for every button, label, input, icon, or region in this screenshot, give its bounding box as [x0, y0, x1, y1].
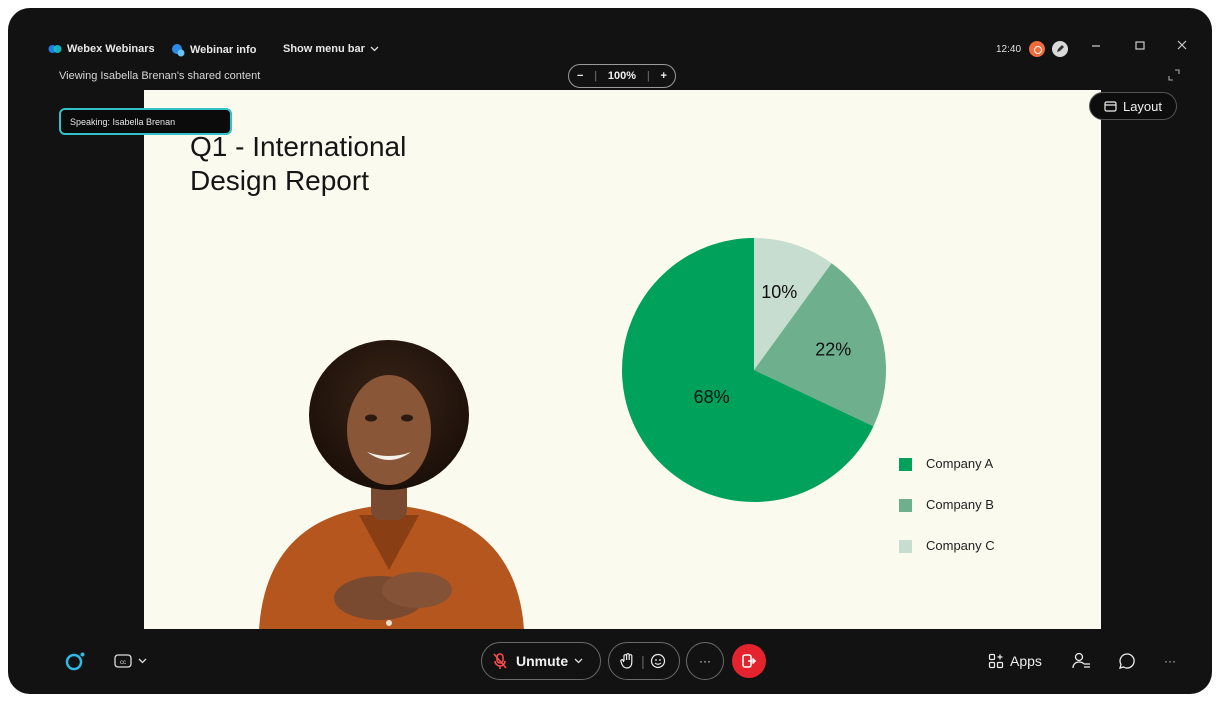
microphone-muted-icon: [493, 653, 507, 669]
chevron-down-icon: [574, 658, 583, 664]
leave-button[interactable]: [732, 640, 766, 682]
viewing-status: Viewing Isabella Brenan's shared content: [59, 70, 261, 82]
title-bar: Webex Webinars Webinar info Show menu ba…: [8, 8, 1212, 90]
webex-logo-icon: [48, 45, 62, 53]
slide-title-line-2: Design Report: [190, 165, 369, 196]
expand-icon: [1168, 69, 1180, 81]
app-title: Webex Webinars: [48, 43, 155, 55]
leave-icon: [732, 644, 766, 678]
maximize-icon: [1135, 41, 1145, 50]
clock: 12:40: [996, 44, 1022, 55]
zoom-level: 100%: [607, 70, 637, 82]
pie-label-company-b: 22%: [815, 340, 851, 360]
minimize-button[interactable]: [1090, 38, 1102, 54]
layout-button[interactable]: Layout: [1089, 92, 1177, 120]
reactions-pill: |: [608, 642, 680, 680]
show-menu-bar-button[interactable]: Show menu bar: [283, 43, 379, 55]
legend-item: Company B: [899, 497, 995, 538]
zoom-divider: |: [646, 70, 650, 82]
show-menu-bar-label: Show menu bar: [283, 43, 365, 55]
chevron-down-icon: [370, 46, 379, 52]
more-options-button[interactable]: ···: [686, 640, 724, 682]
chevron-down-icon: [138, 658, 147, 664]
apps-button[interactable]: Apps: [988, 640, 1042, 682]
legend-item: Company C: [899, 538, 995, 579]
zoom-out-button[interactable]: −: [577, 70, 583, 82]
chat-button[interactable]: [1118, 640, 1136, 682]
pencil-icon: [1057, 45, 1064, 52]
closed-captions-icon: cc: [114, 654, 132, 668]
chat-icon: [1119, 653, 1135, 669]
legend-swatch: [899, 540, 912, 553]
legend-swatch: [899, 499, 912, 512]
divider: |: [641, 653, 645, 669]
legend-label: Company C: [926, 538, 995, 553]
webinar-info-label: Webinar info: [190, 44, 257, 56]
recording-icon[interactable]: [1029, 41, 1045, 57]
minimize-icon: [1092, 45, 1100, 47]
overflow-menu-button[interactable]: ···: [1164, 640, 1176, 682]
webinar-info-button[interactable]: Webinar info: [171, 43, 256, 57]
legend-swatch: [899, 458, 912, 471]
maximize-button[interactable]: [1134, 38, 1146, 54]
zoom-control: − | 100% | +: [568, 64, 676, 88]
captions-button[interactable]: cc: [114, 640, 147, 682]
app-name: Webex Webinars: [67, 43, 155, 55]
legend-item: Company A: [899, 456, 995, 497]
unmute-control: Unmute: [481, 640, 601, 682]
apps-label: Apps: [1010, 653, 1042, 669]
speaker-video: [259, 340, 524, 629]
svg-text:cc: cc: [120, 660, 126, 666]
chart-legend: Company A Company B Company C: [899, 456, 995, 579]
pie-label-company-c: 10%: [761, 282, 797, 302]
overflow-menu-icon: ···: [1164, 654, 1176, 668]
pie-label-company-a: 68%: [694, 387, 730, 407]
zoom-in-button[interactable]: +: [661, 70, 667, 82]
legend-label: Company B: [926, 497, 994, 512]
slide-title-line-1: Q1 - International: [190, 131, 407, 162]
more-options-icon: ···: [686, 642, 724, 680]
legend-label: Company A: [926, 456, 994, 471]
edit-icon[interactable]: [1052, 41, 1068, 57]
close-button[interactable]: [1176, 38, 1188, 54]
participants-icon: [1072, 652, 1090, 669]
active-speaker-label: Speaking: Isabella Brenan: [59, 108, 232, 135]
apps-icon: [988, 653, 1004, 669]
layout-icon: [1104, 100, 1117, 112]
pie-chart: 68% 22% 10%: [622, 238, 886, 502]
reactions-icon[interactable]: [650, 652, 668, 670]
zoom-divider: |: [594, 70, 598, 82]
raise-hand-icon[interactable]: [619, 652, 636, 670]
webex-window: Webex Webinars Webinar info Show menu ba…: [8, 8, 1212, 694]
expand-button[interactable]: [1168, 68, 1180, 86]
webinar-info-icon: [172, 44, 185, 57]
unmute-label: Unmute: [516, 653, 569, 669]
exit-icon: [742, 654, 757, 668]
slide-title: Q1 - International Design Report: [190, 130, 406, 198]
layout-label: Layout: [1122, 98, 1163, 114]
webex-assistant-button[interactable]: [64, 640, 86, 682]
reactions-group: |: [608, 640, 680, 682]
participants-button[interactable]: [1072, 640, 1092, 682]
unmute-button[interactable]: Unmute: [481, 642, 601, 680]
shared-content: Q1 - International Design Report 68% 22% 1…: [144, 90, 1101, 629]
close-icon: [1177, 40, 1187, 50]
webex-assistant-icon: [65, 652, 85, 671]
